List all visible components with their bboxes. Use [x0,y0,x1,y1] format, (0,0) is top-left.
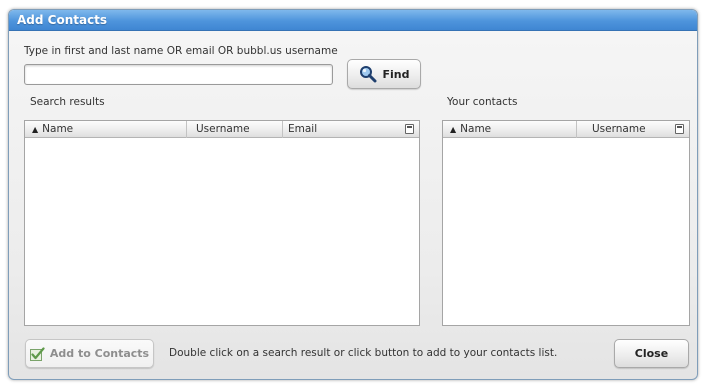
dialog-titlebar[interactable]: Add Contacts [9,10,697,31]
sort-up-icon: ▲ [32,125,39,134]
results-col-username[interactable]: Username [187,121,283,138]
add-contacts-dialog: Add Contacts Type in first and last name… [8,9,698,380]
sort-up-icon: ▲ [450,125,457,134]
results-col-name-label: Name [42,123,74,135]
search-results-header: ▲ Name Username Email [25,121,419,138]
your-contacts-label: Your contacts [447,96,518,108]
contacts-col-name-label: Name [460,123,492,135]
magnifier-icon [359,66,376,83]
search-instruction: Type in first and last name OR email OR … [24,45,338,57]
results-col-email-label: Email [288,123,318,135]
add-contact-check-icon [29,346,45,361]
results-col-email[interactable]: Email [283,121,419,138]
find-button-label: Find [382,67,410,81]
results-col-name[interactable]: ▲ Name [25,121,187,138]
find-button[interactable]: Find [347,59,421,89]
column-menu-icon[interactable] [675,124,684,134]
contacts-col-username-label: Username [592,123,646,135]
close-button-label: Close [634,347,669,360]
search-input[interactable] [24,64,333,85]
dialog-title: Add Contacts [17,13,108,27]
add-hint-text: Double click on a search result or click… [169,347,558,359]
close-button[interactable]: Close [614,339,689,368]
add-to-contacts-label: Add to Contacts [49,347,150,360]
contacts-col-name[interactable]: ▲ Name [443,121,577,138]
search-results-list[interactable]: ▲ Name Username Email [24,120,420,326]
search-results-label: Search results [30,96,105,108]
contacts-col-username[interactable]: Username [577,121,689,138]
results-col-username-label: Username [196,123,250,135]
your-contacts-header: ▲ Name Username [443,121,689,138]
column-menu-icon[interactable] [405,124,414,134]
your-contacts-list[interactable]: ▲ Name Username [442,120,690,326]
add-to-contacts-button[interactable]: Add to Contacts [25,339,154,368]
